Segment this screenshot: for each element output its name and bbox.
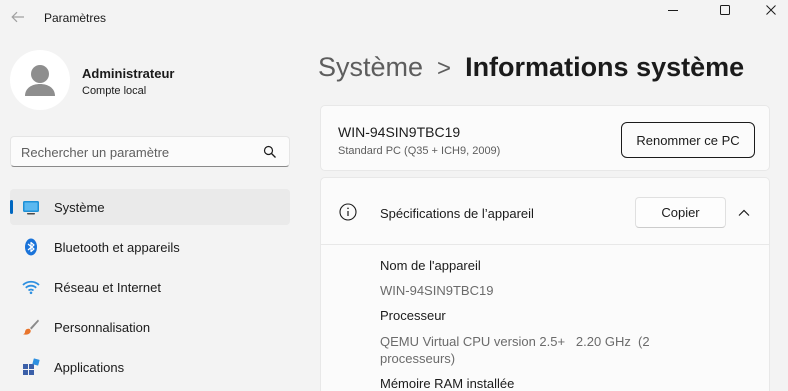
sidebar-item-personnalisation[interactable]: Personnalisation [10,309,290,345]
search-box[interactable] [10,136,290,167]
maximize-button[interactable] [702,0,748,20]
spec-value-device-name: WIN-94SIN9TBC19 [380,283,494,298]
info-icon [339,203,357,221]
breadcrumb-parent[interactable]: Système [318,52,423,82]
rename-pc-button[interactable]: Renommer ce PC [621,122,755,158]
copy-button[interactable]: Copier [635,197,726,228]
minimize-button[interactable] [650,0,696,20]
sidebar-item-applications[interactable]: Applications [10,349,290,385]
spec-label-ram: Mémoire RAM installée [380,376,515,391]
sidebar-nav: Système Bluetooth et appareils Réseau et… [10,189,290,389]
arrow-left-icon [11,11,24,23]
bluetooth-icon [22,238,40,256]
page-title: Informations système [465,52,745,82]
sidebar-item-label: Applications [54,360,125,375]
spec-label-processor: Processeur [380,308,446,323]
search-input[interactable] [21,143,261,161]
spec-label-device-name: Nom de l'appareil [380,258,481,273]
back-button[interactable] [6,5,30,29]
wifi-icon [22,278,40,296]
device-specs-card: Spécifications de l’appareil Copier Nom … [320,177,770,391]
pc-model: Standard PC (Q35 + ICH9, 2009) [338,145,501,157]
active-indicator [10,200,13,214]
sidebar-item-label: Réseau et Internet [54,280,161,295]
account-type: Compte local [82,85,147,97]
minimize-icon [668,10,678,11]
sidebar-item-label: Bluetooth et appareils [54,240,180,255]
brush-icon [22,318,40,336]
device-specs-title: Spécifications de l’appareil [380,206,534,221]
close-button[interactable] [748,0,788,20]
close-icon [766,5,776,15]
sidebar-item-systeme[interactable]: Système [10,189,290,225]
search-icon[interactable] [263,145,277,159]
pc-name: WIN-94SIN9TBC19 [338,124,461,140]
avatar[interactable] [10,50,70,110]
spec-value-processor-line1: QEMU Virtual CPU version 2.5+ 2.20 GHz (… [380,334,650,349]
pc-name-card: WIN-94SIN9TBC19 Standard PC (Q35 + ICH9,… [320,105,770,171]
title-bar: Paramètres [0,0,788,38]
app-title: Paramètres [44,11,107,25]
apps-icon [22,358,40,376]
breadcrumb: Système > Informations système [318,52,744,83]
chevron-up-icon[interactable] [737,206,751,220]
sidebar-item-bluetooth[interactable]: Bluetooth et appareils [10,229,290,265]
device-specs-header[interactable]: Spécifications de l’appareil Copier [321,178,769,245]
sidebar-item-reseau[interactable]: Réseau et Internet [10,269,290,305]
breadcrumb-separator: > [437,55,452,82]
sidebar-item-label: Personnalisation [54,320,151,335]
user-name: Administrateur [82,66,175,81]
sidebar-item-label: Système [54,200,105,215]
spec-value-processor-line2: processeurs) [380,351,456,366]
user-icon [25,65,55,96]
maximize-icon [720,5,730,15]
system-icon [22,198,40,216]
